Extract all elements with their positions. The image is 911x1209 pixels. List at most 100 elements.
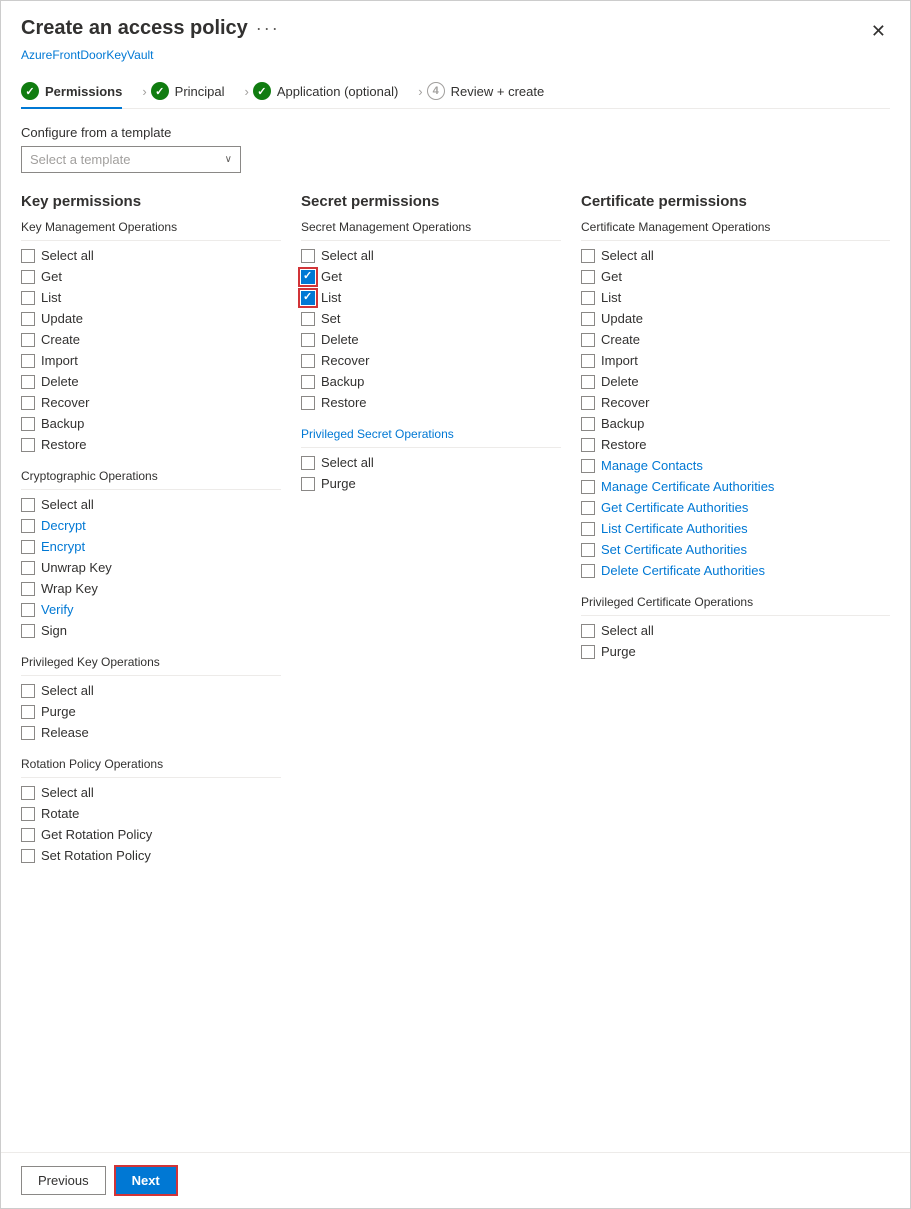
km-list-label[interactable]: List [41, 290, 61, 305]
cem-delete-ca-label[interactable]: Delete Certificate Authorities [601, 563, 765, 578]
km-delete-label[interactable]: Delete [41, 374, 79, 389]
cem-get-ca-label[interactable]: Get Certificate Authorities [601, 500, 748, 515]
cem-list-checkbox[interactable] [581, 291, 595, 305]
co-select-all-label[interactable]: Select all [41, 497, 94, 512]
km-recover-checkbox[interactable] [21, 396, 35, 410]
pk-purge-checkbox[interactable] [21, 705, 35, 719]
km-backup-checkbox[interactable] [21, 417, 35, 431]
km-update-checkbox[interactable] [21, 312, 35, 326]
co-encrypt-label[interactable]: Encrypt [41, 539, 85, 554]
sm-delete-label[interactable]: Delete [321, 332, 359, 347]
cem-manage-ca-checkbox[interactable] [581, 480, 595, 494]
cem-set-ca-checkbox[interactable] [581, 543, 595, 557]
pk-purge-label[interactable]: Purge [41, 704, 76, 719]
km-select-all-label[interactable]: Select all [41, 248, 94, 263]
co-wrap-checkbox[interactable] [21, 582, 35, 596]
cem-select-all-label[interactable]: Select all [601, 248, 654, 263]
cem-create-label[interactable]: Create [601, 332, 640, 347]
cem-restore-checkbox[interactable] [581, 438, 595, 452]
km-select-all-checkbox[interactable] [21, 249, 35, 263]
sm-backup-label[interactable]: Backup [321, 374, 364, 389]
km-import-label[interactable]: Import [41, 353, 78, 368]
cem-select-all-checkbox[interactable] [581, 249, 595, 263]
cem-manage-contacts-label[interactable]: Manage Contacts [601, 458, 703, 473]
km-restore-label[interactable]: Restore [41, 437, 87, 452]
cem-recover-checkbox[interactable] [581, 396, 595, 410]
sm-delete-checkbox[interactable] [301, 333, 315, 347]
sm-get-checkbox[interactable] [301, 270, 315, 284]
rp-rotate-checkbox[interactable] [21, 807, 35, 821]
cem-update-label[interactable]: Update [601, 311, 643, 326]
sm-backup-checkbox[interactable] [301, 375, 315, 389]
co-select-all-checkbox[interactable] [21, 498, 35, 512]
cem-manage-ca-label[interactable]: Manage Certificate Authorities [601, 479, 774, 494]
rp-get-checkbox[interactable] [21, 828, 35, 842]
cem-delete-ca-checkbox[interactable] [581, 564, 595, 578]
pk-select-all-label[interactable]: Select all [41, 683, 94, 698]
co-encrypt-checkbox[interactable] [21, 540, 35, 554]
cem-import-label[interactable]: Import [601, 353, 638, 368]
ps-purge-checkbox[interactable] [301, 477, 315, 491]
sm-select-all-checkbox[interactable] [301, 249, 315, 263]
sm-set-checkbox[interactable] [301, 312, 315, 326]
km-delete-checkbox[interactable] [21, 375, 35, 389]
km-get-checkbox[interactable] [21, 270, 35, 284]
pc-select-all-label[interactable]: Select all [601, 623, 654, 638]
km-recover-label[interactable]: Recover [41, 395, 89, 410]
cem-create-checkbox[interactable] [581, 333, 595, 347]
cem-manage-contacts-checkbox[interactable] [581, 459, 595, 473]
close-button[interactable]: ✕ [867, 17, 890, 46]
sm-recover-checkbox[interactable] [301, 354, 315, 368]
sm-list-label[interactable]: List [321, 290, 341, 305]
previous-button[interactable]: Previous [21, 1166, 106, 1195]
cem-restore-label[interactable]: Restore [601, 437, 647, 452]
rp-select-all-label[interactable]: Select all [41, 785, 94, 800]
co-unwrap-label[interactable]: Unwrap Key [41, 560, 112, 575]
cem-list-label[interactable]: List [601, 290, 621, 305]
cem-get-ca-checkbox[interactable] [581, 501, 595, 515]
co-sign-label[interactable]: Sign [41, 623, 67, 638]
sm-set-label[interactable]: Set [321, 311, 341, 326]
sm-restore-label[interactable]: Restore [321, 395, 367, 410]
co-decrypt-checkbox[interactable] [21, 519, 35, 533]
more-options-button[interactable]: ··· [256, 18, 280, 39]
pc-purge-label[interactable]: Purge [601, 644, 636, 659]
cem-list-ca-checkbox[interactable] [581, 522, 595, 536]
pc-select-all-checkbox[interactable] [581, 624, 595, 638]
sm-get-label[interactable]: Get [321, 269, 342, 284]
km-backup-label[interactable]: Backup [41, 416, 84, 431]
tab-principal[interactable]: ✓ Principal [151, 74, 241, 108]
pc-purge-checkbox[interactable] [581, 645, 595, 659]
pk-release-label[interactable]: Release [41, 725, 89, 740]
pk-select-all-checkbox[interactable] [21, 684, 35, 698]
tab-review[interactable]: 4 Review + create [427, 74, 561, 108]
co-sign-checkbox[interactable] [21, 624, 35, 638]
cem-update-checkbox[interactable] [581, 312, 595, 326]
next-button[interactable]: Next [114, 1165, 178, 1196]
pk-release-checkbox[interactable] [21, 726, 35, 740]
cem-recover-label[interactable]: Recover [601, 395, 649, 410]
rp-set-checkbox[interactable] [21, 849, 35, 863]
km-create-label[interactable]: Create [41, 332, 80, 347]
cem-list-ca-label[interactable]: List Certificate Authorities [601, 521, 748, 536]
cem-set-ca-label[interactable]: Set Certificate Authorities [601, 542, 747, 557]
co-verify-checkbox[interactable] [21, 603, 35, 617]
sm-list-checkbox[interactable] [301, 291, 315, 305]
cem-delete-label[interactable]: Delete [601, 374, 639, 389]
ps-select-all-label[interactable]: Select all [321, 455, 374, 470]
rp-set-label[interactable]: Set Rotation Policy [41, 848, 151, 863]
rp-select-all-checkbox[interactable] [21, 786, 35, 800]
km-import-checkbox[interactable] [21, 354, 35, 368]
cem-delete-checkbox[interactable] [581, 375, 595, 389]
km-get-label[interactable]: Get [41, 269, 62, 284]
cem-backup-checkbox[interactable] [581, 417, 595, 431]
km-list-checkbox[interactable] [21, 291, 35, 305]
cem-backup-label[interactable]: Backup [601, 416, 644, 431]
cem-import-checkbox[interactable] [581, 354, 595, 368]
km-create-checkbox[interactable] [21, 333, 35, 347]
sm-select-all-label[interactable]: Select all [321, 248, 374, 263]
cem-get-checkbox[interactable] [581, 270, 595, 284]
km-restore-checkbox[interactable] [21, 438, 35, 452]
co-unwrap-checkbox[interactable] [21, 561, 35, 575]
tab-permissions[interactable]: ✓ Permissions [21, 74, 138, 108]
